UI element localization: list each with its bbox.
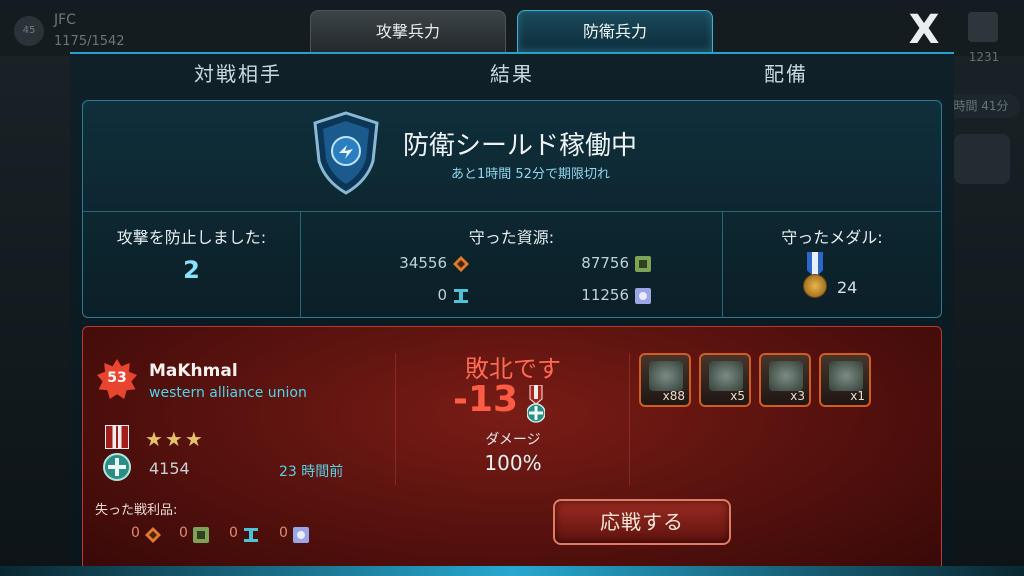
defense-stats: 攻撃を防止しました: 2 守った資源: 34556 87756 0 11256 …	[83, 211, 941, 318]
unit-soldier[interactable]: x88	[639, 353, 691, 407]
soldier-icon	[649, 361, 683, 391]
unit-count: x88	[662, 389, 685, 403]
blue-resource-icon	[635, 288, 651, 304]
medal-icon	[803, 274, 827, 298]
orange-resource-icon	[145, 527, 161, 543]
rank-medal-icon	[105, 425, 129, 449]
divider	[395, 353, 396, 485]
res-blue-value: 11256	[581, 286, 629, 304]
lost-blue: 0	[279, 525, 288, 541]
resource-icon	[968, 12, 998, 42]
retaliate-button[interactable]: 応戦する	[553, 499, 731, 545]
report-panel: 対戦相手 結果 配備 防衛シールド稼働中 あと1時間 52分で期限切れ 攻撃を防…	[70, 52, 954, 576]
background-resource: 1231	[954, 10, 1014, 70]
opponent-name[interactable]: MaKhmal	[149, 361, 238, 381]
resources-label: 守った資源:	[468, 228, 555, 247]
res-orange-value: 34556	[399, 254, 447, 272]
lost-orange: 0	[131, 525, 140, 541]
header-result: 結果	[490, 62, 534, 86]
unit-count: x5	[730, 389, 745, 403]
defense-report-modal: 攻撃兵力 防衛兵力 X 対戦相手 結果 配備 防衛シールド稼働中 あと1時間 5…	[70, 10, 954, 576]
orange-resource-icon	[453, 256, 469, 272]
medals-value: 24	[837, 278, 858, 297]
shield-title: 防衛シールド稼働中	[403, 131, 638, 161]
star-rating: ★★★	[145, 427, 205, 451]
trophy-cross-icon	[103, 453, 131, 481]
chest-icon	[954, 134, 1010, 184]
shield-expiry: あと1時間 52分で期限切れ	[451, 167, 610, 182]
blocked-value: 2	[183, 256, 200, 284]
res-steel-value: 0	[437, 286, 447, 304]
unit-count: x3	[790, 389, 805, 403]
shield-icon	[313, 111, 379, 195]
lost-steel: 0	[229, 525, 238, 541]
damage-label: ダメージ	[485, 432, 541, 448]
unit-count: x1	[850, 389, 865, 403]
damage-value: 100%	[484, 451, 542, 475]
steel-resource-icon	[244, 528, 258, 542]
protected-medals-column: 守ったメダル: 24	[723, 212, 941, 318]
divider	[629, 353, 630, 485]
medals-label: 守ったメダル:	[781, 228, 883, 247]
header-opponent: 対戦相手	[194, 62, 282, 86]
header-deploy: 配備	[764, 62, 808, 86]
res-green-value: 87756	[581, 254, 629, 272]
blocked-attacks-column: 攻撃を防止しました: 2	[83, 212, 301, 318]
battle-record: 53 MaKhmal western alliance union ★★★ 41…	[82, 326, 942, 576]
blocked-label: 攻撃を防止しました:	[116, 228, 267, 247]
shield-status-box: 防衛シールド稼働中 あと1時間 52分で期限切れ 攻撃を防止しました: 2 守っ…	[82, 100, 942, 318]
turret-icon	[709, 361, 743, 391]
tab-attack-forces[interactable]: 攻撃兵力	[310, 10, 506, 52]
bottom-accent-line	[0, 566, 1024, 576]
opponent-level: 53	[107, 370, 127, 386]
medal-change: -13	[453, 379, 519, 420]
green-resource-icon	[635, 256, 651, 272]
unit-tank[interactable]: x3	[759, 353, 811, 407]
tab-defense-forces[interactable]: 防衛兵力	[517, 10, 713, 52]
steel-resource-icon	[454, 289, 468, 303]
deployed-units: x88 x5 x3 x1	[639, 353, 889, 413]
opponent-trophies: 4154	[149, 459, 190, 478]
protected-resources-column: 守った資源: 34556 87756 0 11256	[301, 212, 723, 318]
close-button[interactable]: X	[902, 10, 946, 54]
green-resource-icon	[193, 527, 209, 543]
lost-green: 0	[179, 525, 188, 541]
background-level-badge: 45	[14, 16, 44, 46]
lost-loot-label: 失った戦利品:	[95, 503, 178, 518]
opponent-alliance[interactable]: western alliance union	[149, 385, 307, 401]
tank-icon	[769, 361, 803, 391]
time-ago: 23 時間前	[279, 464, 344, 480]
medal-small-icon	[527, 385, 545, 423]
mech-icon	[829, 361, 863, 391]
background-resource-value: 1231	[968, 50, 1000, 64]
unit-turret[interactable]: x5	[699, 353, 751, 407]
unit-mech[interactable]: x1	[819, 353, 871, 407]
opponent-level-badge: 53	[97, 359, 137, 399]
column-headers: 対戦相手 結果 配備	[70, 58, 954, 90]
blue-resource-icon	[293, 527, 309, 543]
